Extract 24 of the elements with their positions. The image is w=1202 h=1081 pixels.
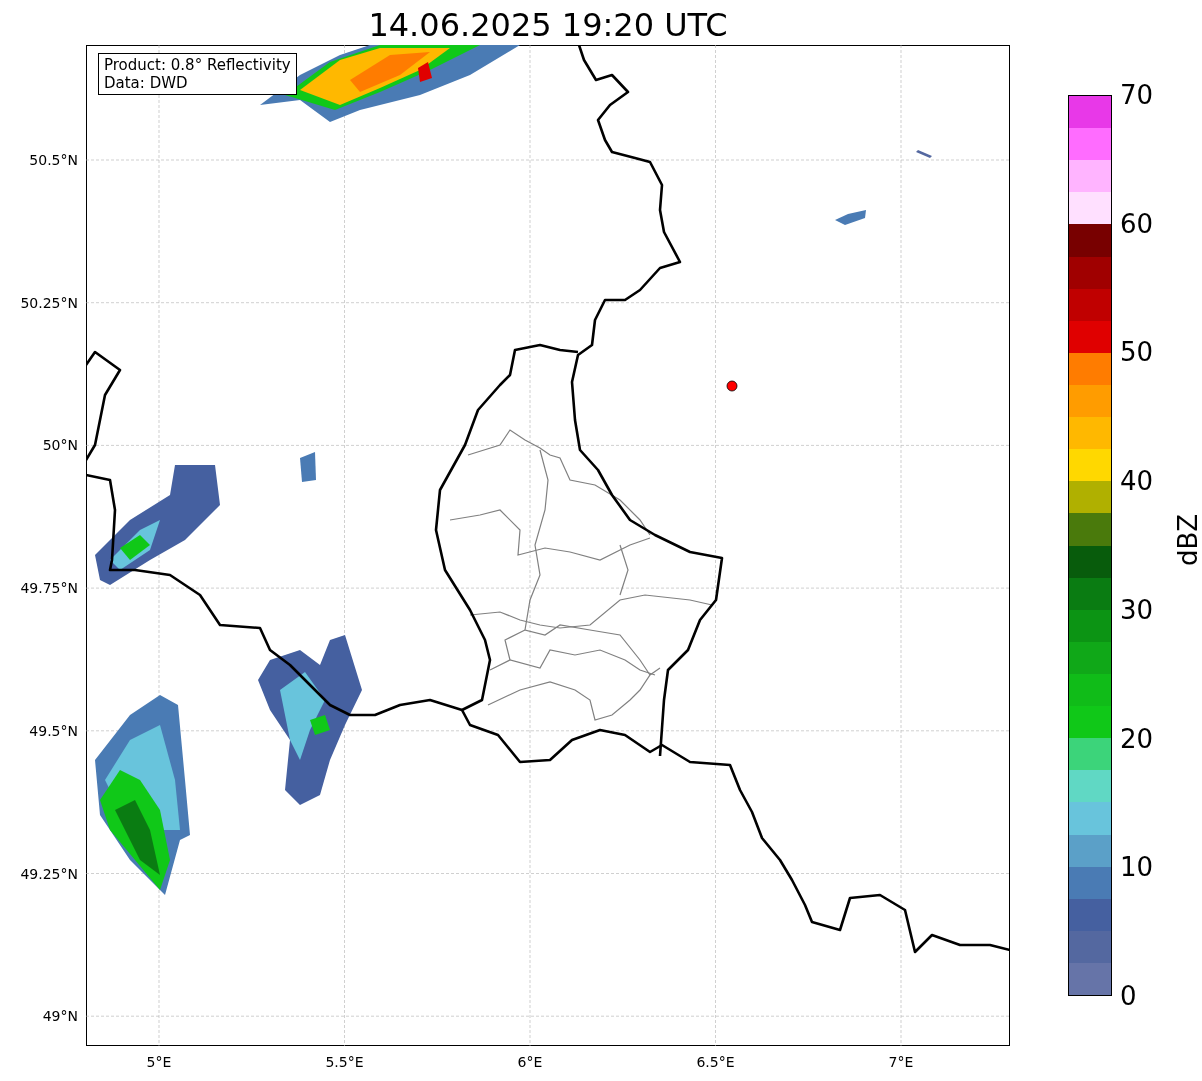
axis-tick-label: 50.5°N xyxy=(29,152,78,168)
axis-tick-label: 50°N xyxy=(42,437,78,454)
axis-tick-label: 6.5°E xyxy=(696,1054,735,1070)
colorbar-tick-label: 0 xyxy=(1120,981,1137,1011)
axis-tick-label: 5.5°E xyxy=(325,1054,364,1070)
axis-tick-label: 5°E xyxy=(146,1054,172,1070)
colorbar-tick-label: 20 xyxy=(1120,723,1154,754)
colorbar-tick-label: 70 xyxy=(1120,80,1154,110)
annotation-text: Product: 0.8° Reflectivity xyxy=(104,56,291,74)
chart-title: 14.06.2025 19:20 UTC xyxy=(368,5,728,45)
axis-tick-label: 49°N xyxy=(42,1008,78,1025)
colorbar-tick-label: 10 xyxy=(1120,852,1154,883)
colorbar-label: dBZ xyxy=(1173,513,1202,567)
colorbar-tick-label: 60 xyxy=(1120,208,1154,239)
axis-tick-label: 49.25°N xyxy=(20,865,78,882)
axis-tick-label: 7°E xyxy=(888,1054,914,1070)
colorbar-tick-label: 40 xyxy=(1120,466,1154,497)
axis-tick-label: 50.25°N xyxy=(20,294,78,311)
colorbar-tick-label: 30 xyxy=(1120,594,1154,625)
axis-tick-label: 49.75°N xyxy=(20,580,78,597)
axis-tick-label: 49.5°N xyxy=(29,722,78,739)
annotation-text: Data: DWD xyxy=(104,74,189,92)
colorbar-tick-label: 50 xyxy=(1120,337,1154,368)
axis-tick-label: 6°E xyxy=(517,1054,543,1070)
